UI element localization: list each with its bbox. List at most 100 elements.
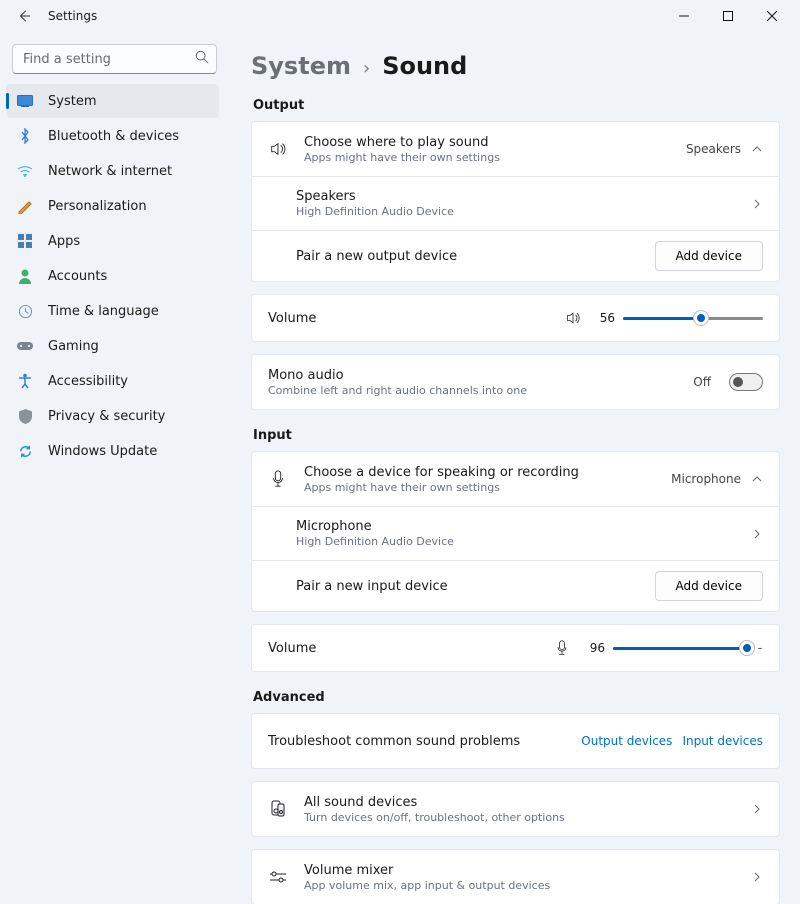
pair-input-title: Pair a new input device (296, 579, 655, 594)
choose-output-value: Speakers (686, 142, 741, 156)
troubleshoot-input-link[interactable]: Input devices (682, 734, 763, 748)
nav-list: System Bluetooth & devices Network & inter… (4, 84, 221, 468)
section-heading-input: Input (253, 428, 780, 443)
breadcrumb-parent[interactable]: System (251, 52, 351, 80)
sidebar-item-network-internet[interactable]: Network & internet (6, 154, 219, 188)
choose-input-value: Microphone (671, 472, 741, 486)
sidebar-item-label: Time & language (48, 304, 159, 319)
sidebar-item-system[interactable]: System (6, 84, 219, 118)
sidebar-item-label: Apps (48, 234, 80, 249)
troubleshoot-output-link[interactable]: Output devices (581, 734, 672, 748)
troubleshoot-title: Troubleshoot common sound problems (268, 734, 581, 749)
main-content: System › Sound Output Choose where to pl… (227, 32, 800, 904)
mono-audio-sub: Combine left and right audio channels in… (268, 384, 693, 397)
search-box[interactable] (12, 44, 217, 74)
arrow-left-icon (17, 9, 31, 23)
pair-input-row: Pair a new input device Add device (252, 560, 779, 611)
output-device-card: Choose where to play sound Apps might ha… (251, 121, 780, 282)
choose-input-row[interactable]: Choose a device for speaking or recordin… (252, 452, 779, 506)
sidebar-item-label: Network & internet (48, 164, 172, 179)
dash-icon: - (757, 641, 763, 656)
speaker-icon[interactable] (565, 310, 583, 326)
mono-audio-title: Mono audio (268, 368, 693, 383)
sidebar-item-gaming[interactable]: Gaming (6, 329, 219, 363)
microphone-icon[interactable] (555, 640, 573, 656)
input-device-title: Microphone (296, 519, 751, 534)
output-volume-value: 56 (591, 311, 615, 325)
system-icon (16, 92, 34, 110)
add-input-device-button[interactable]: Add device (655, 571, 763, 601)
mixer-row[interactable]: Volume mixer App volume mix, app input &… (252, 850, 779, 904)
back-button[interactable] (6, 0, 42, 32)
input-volume-slider[interactable] (613, 639, 753, 657)
sidebar-item-personalization[interactable]: Personalization (6, 189, 219, 223)
sidebar-item-label: Privacy & security (48, 409, 165, 424)
sidebar-item-bluetooth-devices[interactable]: Bluetooth & devices (6, 119, 219, 153)
apps-icon (16, 232, 34, 250)
sidebar-item-time-language[interactable]: Time & language (6, 294, 219, 328)
output-volume-card: Volume 56 (251, 294, 780, 342)
mixer-icon (268, 867, 288, 887)
choose-input-sub: Apps might have their own settings (304, 481, 671, 494)
output-volume-slider[interactable] (623, 309, 763, 327)
mono-audio-row: Mono audio Combine left and right audio … (252, 355, 779, 409)
output-device-title: Speakers (296, 189, 751, 204)
personalization-icon (16, 197, 34, 215)
choose-output-sub: Apps might have their own settings (304, 151, 686, 164)
maximize-button[interactable] (706, 0, 750, 32)
all-devices-row[interactable]: All sound devices Turn devices on/off, t… (252, 782, 779, 836)
input-volume-card: Volume 96 - (251, 624, 780, 672)
devices-icon (268, 799, 288, 819)
chevron-right-icon: › (363, 58, 370, 79)
titlebar: Settings (0, 0, 800, 32)
search-icon (195, 50, 209, 64)
input-volume-value: 96 (581, 641, 605, 655)
mono-audio-toggle[interactable] (729, 373, 763, 391)
chevron-right-icon (751, 871, 763, 883)
sidebar-item-privacy-security[interactable]: Privacy & security (6, 399, 219, 433)
page-title: Sound (382, 52, 467, 80)
troubleshoot-card: Troubleshoot common sound problems Outpu… (251, 713, 780, 769)
all-devices-sub: Turn devices on/off, troubleshoot, other… (304, 811, 751, 824)
close-icon (767, 11, 777, 21)
mono-audio-card: Mono audio Combine left and right audio … (251, 354, 780, 410)
update-icon (16, 442, 34, 460)
sidebar-item-label: Personalization (48, 199, 147, 214)
output-volume-label: Volume (268, 311, 316, 326)
choose-output-row[interactable]: Choose where to play sound Apps might ha… (252, 122, 779, 176)
chevron-right-icon (751, 803, 763, 815)
minimize-button[interactable] (662, 0, 706, 32)
speaker-icon (268, 139, 288, 159)
mixer-sub: App volume mix, app input & output devic… (304, 879, 751, 892)
sidebar-item-apps[interactable]: Apps (6, 224, 219, 258)
sidebar-item-label: Gaming (48, 339, 99, 354)
input-volume-label: Volume (268, 641, 316, 656)
troubleshoot-row: Troubleshoot common sound problems Outpu… (252, 714, 779, 768)
gaming-icon (16, 337, 34, 355)
sidebar-item-accessibility[interactable]: Accessibility (6, 364, 219, 398)
input-device-card: Choose a device for speaking or recordin… (251, 451, 780, 612)
section-heading-output: Output (253, 98, 780, 113)
mixer-title: Volume mixer (304, 863, 751, 878)
minimize-icon (679, 11, 689, 21)
output-device-sub: High Definition Audio Device (296, 205, 751, 218)
network-icon (16, 162, 34, 180)
pair-output-row: Pair a new output device Add device (252, 230, 779, 281)
pair-output-title: Pair a new output device (296, 249, 655, 264)
sidebar-item-accounts[interactable]: Accounts (6, 259, 219, 293)
accessibility-icon (16, 372, 34, 390)
output-device-row[interactable]: Speakers High Definition Audio Device (252, 176, 779, 230)
add-output-device-button[interactable]: Add device (655, 241, 763, 271)
sidebar-item-windows-update[interactable]: Windows Update (6, 434, 219, 468)
chevron-right-icon (751, 528, 763, 540)
close-button[interactable] (750, 0, 794, 32)
privacy-icon (16, 407, 34, 425)
sidebar-item-label: Windows Update (48, 444, 157, 459)
sidebar-item-label: System (48, 94, 96, 109)
breadcrumb: System › Sound (251, 52, 780, 80)
all-devices-card: All sound devices Turn devices on/off, t… (251, 781, 780, 837)
input-device-row[interactable]: Microphone High Definition Audio Device (252, 506, 779, 560)
search-input[interactable] (12, 44, 217, 74)
choose-input-title: Choose a device for speaking or recordin… (304, 465, 671, 480)
output-volume-row: Volume 56 (252, 295, 779, 341)
